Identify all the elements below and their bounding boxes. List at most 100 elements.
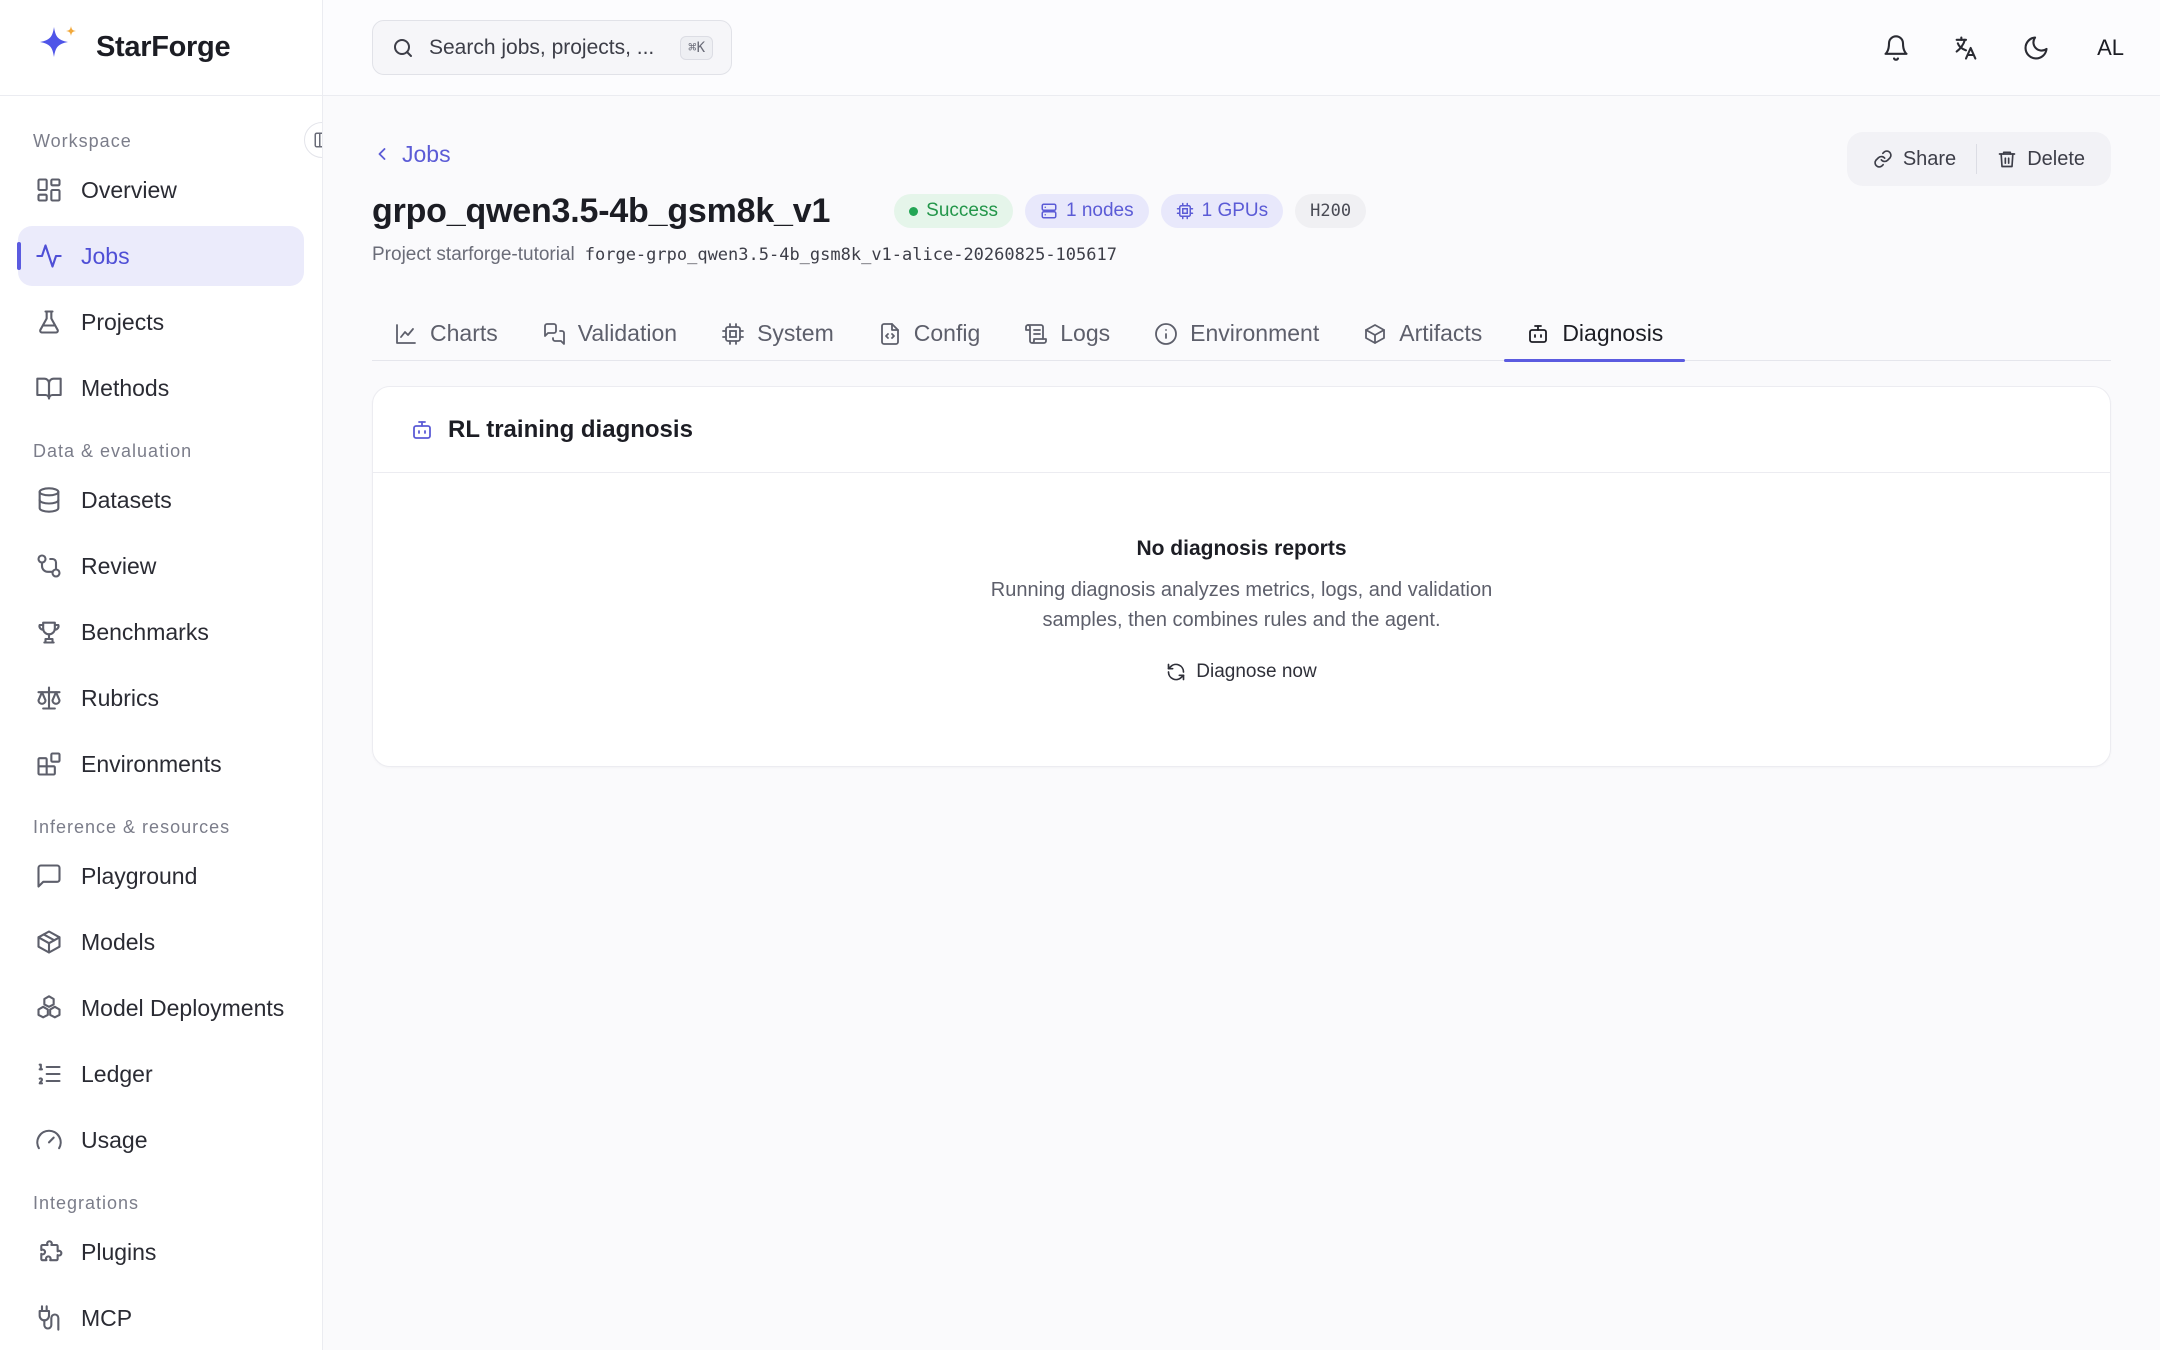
diagnose-now-label: Diagnose now bbox=[1196, 661, 1317, 682]
diagnose-now-button[interactable]: Diagnose now bbox=[1166, 661, 1317, 683]
search-box[interactable]: ⌘K bbox=[372, 20, 732, 75]
share-button[interactable]: Share bbox=[1853, 132, 1976, 186]
bot-icon bbox=[413, 420, 431, 439]
grid-icon bbox=[37, 178, 61, 202]
tab-label: Logs bbox=[1060, 320, 1111, 346]
messages-icon bbox=[543, 322, 565, 345]
tab-label: Environment bbox=[1190, 320, 1320, 346]
tab-label: System bbox=[757, 320, 834, 346]
delete-label: Delete bbox=[2027, 147, 2085, 170]
job-tabs: Charts Validation System Config Logs Env… bbox=[372, 306, 2111, 362]
section-label-data-evaluation: Data & evaluation bbox=[33, 440, 193, 461]
sidebar-item-label: Plugins bbox=[81, 1238, 157, 1265]
trash-icon bbox=[1998, 151, 2016, 168]
tab-diagnosis[interactable]: Diagnosis bbox=[1504, 306, 1686, 362]
sidebar-item-usage[interactable]: Usage bbox=[18, 1110, 304, 1170]
sidebar-item-projects[interactable]: Projects bbox=[18, 292, 304, 352]
server-icon bbox=[1041, 203, 1057, 219]
sidebar-item-benchmarks[interactable]: Benchmarks bbox=[18, 602, 304, 662]
sidebar-item-rubrics[interactable]: Rubrics bbox=[18, 668, 304, 728]
tab-logs[interactable]: Logs bbox=[1002, 306, 1132, 361]
project-label: Project starforge-tutorial bbox=[372, 244, 575, 265]
scale-icon bbox=[37, 686, 61, 710]
language-button[interactable] bbox=[1949, 31, 1983, 65]
chevron-left-icon bbox=[378, 148, 386, 160]
topbar: ⌘K AL bbox=[323, 0, 2160, 96]
refresh-icon bbox=[1167, 663, 1185, 681]
tab-label: Config bbox=[913, 320, 981, 346]
sidebar-item-datasets[interactable]: Datasets bbox=[18, 470, 304, 530]
sidebar-item-mcp[interactable]: MCP bbox=[18, 1288, 304, 1348]
cpu-icon bbox=[1176, 202, 1193, 220]
user-avatar[interactable]: AL bbox=[2097, 35, 2124, 61]
tab-label: Charts bbox=[430, 320, 498, 346]
puzzle-icon bbox=[40, 1240, 63, 1262]
theme-toggle-button[interactable] bbox=[2019, 31, 2053, 65]
empty-state: No diagnosis reports Running diagnosis a… bbox=[373, 473, 2110, 687]
search-input[interactable] bbox=[429, 35, 667, 60]
moon-icon bbox=[2024, 35, 2048, 59]
gauge-icon bbox=[36, 1129, 62, 1150]
tab-config[interactable]: Config bbox=[856, 306, 1002, 361]
brand[interactable]: StarForge bbox=[0, 0, 322, 96]
sidebar-item-label: Environments bbox=[81, 750, 222, 777]
package-icon bbox=[1365, 323, 1386, 344]
brand-name: StarForge bbox=[96, 31, 231, 63]
cpu-icon bbox=[722, 322, 744, 345]
sidebar-item-environments[interactable]: Environments bbox=[18, 734, 304, 794]
section-label-integrations: Integrations bbox=[33, 1192, 140, 1213]
tab-label: Validation bbox=[577, 320, 678, 346]
trophy-icon bbox=[38, 621, 60, 644]
activity-icon bbox=[36, 244, 62, 268]
job-title-row: grpo_qwen3.5-4b_gsm8k_v1 Success 1 nodes… bbox=[372, 188, 2111, 234]
sidebar-item-models[interactable]: Models bbox=[18, 912, 304, 972]
sidebar-item-review[interactable]: Review bbox=[18, 536, 304, 596]
diagnosis-card-header: RL training diagnosis bbox=[373, 387, 2110, 473]
notifications-button[interactable] bbox=[1879, 31, 1913, 65]
file-code-icon bbox=[880, 322, 899, 345]
gpus-badge: 1 GPUs bbox=[1160, 194, 1284, 228]
sidebar-item-methods[interactable]: Methods bbox=[18, 358, 304, 418]
link-icon bbox=[1874, 150, 1892, 168]
tab-environment[interactable]: Environment bbox=[1132, 306, 1341, 361]
delete-button[interactable]: Delete bbox=[1977, 132, 2105, 186]
sidebar-item-jobs[interactable]: Jobs bbox=[17, 226, 304, 286]
section-label-inference-resources: Inference & resources bbox=[33, 816, 231, 837]
status-badge: Success bbox=[894, 194, 1013, 228]
sidebar-item-label: MCP bbox=[81, 1304, 133, 1331]
sidebar-item-overview[interactable]: Overview bbox=[18, 160, 304, 220]
book-open-icon bbox=[36, 377, 62, 400]
box-icon bbox=[37, 930, 61, 954]
sidebar-item-label: Jobs bbox=[81, 242, 130, 269]
sidebar-item-label: Benchmarks bbox=[81, 618, 209, 645]
tab-charts[interactable]: Charts bbox=[372, 306, 520, 361]
sidebar-item-label: Model Deployments bbox=[81, 994, 285, 1021]
sidebar-item-playground[interactable]: Playground bbox=[18, 846, 304, 906]
scroll-icon bbox=[1025, 323, 1048, 344]
boxes-icon bbox=[37, 995, 61, 1019]
gpu-type-badge: H200 bbox=[1295, 194, 1367, 228]
sidebar-item-model-deployments[interactable]: Model Deployments bbox=[18, 978, 304, 1038]
status-dot-icon bbox=[909, 206, 919, 216]
job-subtitle: Project starforge-tutorial forge-grpo_qw… bbox=[372, 244, 2111, 266]
diagnosis-card-title: RL training diagnosis bbox=[448, 415, 693, 443]
sidebar-item-label: Ledger bbox=[81, 1060, 153, 1087]
sidebar-item-ledger[interactable]: Ledger bbox=[18, 1044, 304, 1104]
sidebar-item-label: Methods bbox=[81, 374, 170, 401]
back-link-label: Jobs bbox=[402, 140, 451, 167]
tab-validation[interactable]: Validation bbox=[520, 306, 699, 361]
tab-artifacts[interactable]: Artifacts bbox=[1341, 306, 1504, 361]
sidebar-item-label: Datasets bbox=[81, 486, 172, 513]
plug-icon bbox=[38, 1305, 60, 1331]
section-label-workspace: Workspace bbox=[33, 130, 132, 151]
search-icon bbox=[394, 38, 412, 57]
tab-system[interactable]: System bbox=[699, 306, 856, 361]
tab-label: Artifacts bbox=[1399, 320, 1483, 346]
sidebar-item-label: Models bbox=[81, 928, 156, 955]
sidebar-item-label: Projects bbox=[81, 308, 165, 335]
job-id: forge-grpo_qwen3.5-4b_gsm8k_v1-alice-202… bbox=[584, 245, 1117, 265]
bell-icon bbox=[1884, 34, 1908, 61]
sidebar-item-plugins[interactable]: Plugins bbox=[18, 1222, 304, 1282]
job-detail: Jobs Share Delete grpo_qwen3.5-4b_gsm8k_… bbox=[323, 96, 2160, 767]
flask-icon bbox=[39, 310, 59, 334]
